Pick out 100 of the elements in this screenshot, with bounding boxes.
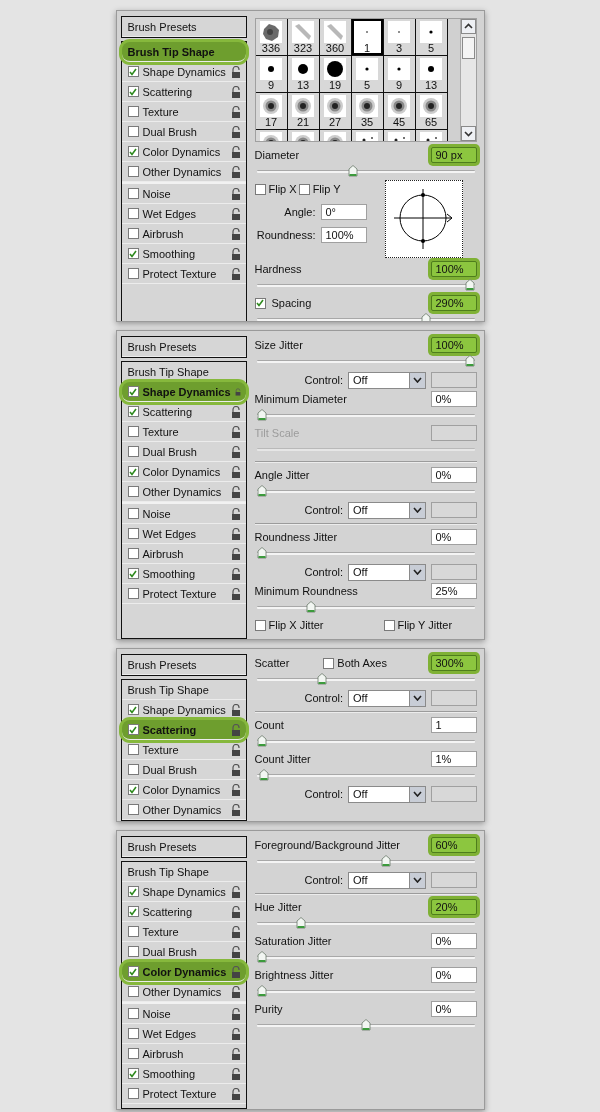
dropdown[interactable]: Off bbox=[348, 871, 426, 889]
value-field[interactable]: 100% bbox=[320, 227, 367, 243]
value-field[interactable]: 0% bbox=[430, 391, 477, 407]
dropdown[interactable]: Off bbox=[348, 501, 426, 519]
sidebar-item[interactable]: Brush Presets bbox=[121, 337, 246, 357]
sidebar-item[interactable]: Dual Brush bbox=[121, 442, 246, 462]
sidebar-item[interactable]: Scattering bbox=[121, 902, 246, 922]
value-field[interactable]: 90 px bbox=[430, 147, 477, 163]
value-field[interactable]: 0% bbox=[430, 529, 477, 545]
sidebar-item[interactable]: Wet Edges bbox=[121, 204, 246, 224]
sidebar-item[interactable]: Other Dynamics bbox=[121, 800, 246, 820]
sidebar-item[interactable]: Noise bbox=[121, 1004, 246, 1024]
sidebar-item[interactable]: Brush Presets bbox=[121, 837, 246, 857]
dropdown[interactable]: Off bbox=[348, 371, 426, 389]
sidebar-item[interactable]: Scattering bbox=[121, 720, 246, 740]
value-field[interactable]: 20% bbox=[430, 899, 477, 915]
sidebar-item[interactable]: Texture bbox=[121, 422, 246, 442]
sidebar-item[interactable]: Protect Texture bbox=[121, 584, 246, 604]
sidebar-item[interactable]: Noise bbox=[121, 184, 246, 204]
value-field[interactable]: 290% bbox=[430, 295, 477, 311]
value-field[interactable]: 1 bbox=[430, 717, 477, 733]
sidebar-item[interactable]: Scattering bbox=[121, 82, 246, 102]
brush-tip[interactable]: 65 bbox=[415, 93, 447, 129]
slider-label: Roundness Jitter bbox=[254, 531, 338, 543]
sidebar-item[interactable]: Color Dynamics bbox=[121, 462, 246, 482]
brush-tip[interactable]: 19 bbox=[319, 56, 351, 92]
brush-size: 1 bbox=[363, 43, 371, 54]
control-label: Control: bbox=[304, 692, 344, 704]
brush-size: 45 bbox=[392, 117, 406, 128]
sidebar-item[interactable]: Brush Tip Shape bbox=[121, 862, 246, 882]
value-field[interactable]: 300% bbox=[430, 655, 477, 671]
sidebar-item[interactable]: Color Dynamics bbox=[121, 962, 246, 982]
sidebar-item[interactable]: Airbrush bbox=[121, 1044, 246, 1064]
value-field[interactable]: 60% bbox=[430, 837, 477, 853]
sidebar-item[interactable]: Other Dynamics bbox=[121, 482, 246, 502]
sidebar-item[interactable]: Airbrush bbox=[121, 544, 246, 564]
value-field[interactable]: 0% bbox=[430, 1001, 477, 1017]
sidebar-item[interactable]: Brush Presets bbox=[121, 17, 246, 37]
dropdown[interactable]: Off bbox=[348, 563, 426, 581]
sidebar-item[interactable]: Wet Edges bbox=[121, 1024, 246, 1044]
value-field[interactable]: 25% bbox=[430, 583, 477, 599]
value-field[interactable]: 1% bbox=[430, 751, 477, 767]
dropdown[interactable]: Off bbox=[348, 689, 426, 707]
checkbox-option[interactable]: Both Axes bbox=[323, 657, 387, 669]
dropdown[interactable]: Off bbox=[348, 785, 426, 803]
brush-tip[interactable]: 13 bbox=[287, 56, 319, 92]
brush-tip[interactable]: 35 bbox=[351, 93, 383, 129]
brush-tip[interactable]: 45 bbox=[383, 93, 415, 129]
value-field[interactable]: 100% bbox=[430, 261, 477, 277]
slider-label: Brightness Jitter bbox=[254, 969, 334, 981]
sidebar-item[interactable]: Wet Edges bbox=[121, 524, 246, 544]
sidebar-item[interactable]: Smoothing bbox=[121, 564, 246, 584]
slider-label: Size Jitter bbox=[254, 339, 303, 351]
sidebar-item[interactable]: Dual Brush bbox=[121, 760, 246, 780]
sidebar-item[interactable]: Shape Dynamics bbox=[121, 62, 246, 82]
brush-tip[interactable]: 13 bbox=[415, 56, 447, 92]
brush-tip[interactable]: 17 bbox=[255, 93, 287, 129]
brush-tip[interactable]: 5 bbox=[415, 19, 447, 55]
brush-tip[interactable]: 360 bbox=[319, 19, 351, 55]
sidebar-item[interactable]: Texture bbox=[121, 740, 246, 760]
sidebar-item[interactable]: Dual Brush bbox=[121, 122, 246, 142]
sidebar-item[interactable]: Protect Texture bbox=[121, 264, 246, 284]
brush-tip[interactable]: 21 bbox=[287, 93, 319, 129]
brush-tip[interactable]: 27 bbox=[319, 93, 351, 129]
value-field[interactable]: 0° bbox=[320, 204, 367, 220]
slider-label: Count Jitter bbox=[254, 753, 311, 765]
value-field[interactable]: 0% bbox=[430, 467, 477, 483]
brush-tip[interactable]: 5 bbox=[351, 56, 383, 92]
brush-tip[interactable]: 1 bbox=[351, 19, 383, 55]
sidebar-item[interactable]: Smoothing bbox=[121, 244, 246, 264]
sidebar-item[interactable]: Shape Dynamics bbox=[121, 382, 246, 402]
sidebar-item[interactable]: Smoothing bbox=[121, 1064, 246, 1084]
sidebar-item[interactable]: Brush Tip Shape bbox=[121, 680, 246, 700]
checkbox-option[interactable]: Flip X Jitter bbox=[254, 619, 324, 631]
sidebar-item[interactable]: Color Dynamics bbox=[121, 142, 246, 162]
brush-size: 17 bbox=[264, 117, 278, 128]
checkbox-option[interactable]: Flip Y Jitter bbox=[383, 619, 453, 631]
sidebar-item[interactable]: Scattering bbox=[121, 402, 246, 422]
sidebar-item[interactable]: Brush Tip Shape bbox=[121, 42, 246, 62]
value-field[interactable]: 0% bbox=[430, 967, 477, 983]
checkbox-option[interactable]: Flip X bbox=[254, 183, 297, 195]
value-field[interactable]: 0% bbox=[430, 933, 477, 949]
sidebar-item[interactable]: Shape Dynamics bbox=[121, 882, 246, 902]
sidebar-item[interactable]: Noise bbox=[121, 504, 246, 524]
brush-tip[interactable]: 323 bbox=[287, 19, 319, 55]
sidebar-item[interactable]: Color Dynamics bbox=[121, 780, 246, 800]
brush-tip[interactable]: 3 bbox=[383, 19, 415, 55]
sidebar-item[interactable]: Other Dynamics bbox=[121, 162, 246, 182]
sidebar-item[interactable]: Protect Texture bbox=[121, 1084, 246, 1104]
brush-tip[interactable]: 9 bbox=[255, 56, 287, 92]
sidebar-item[interactable]: Texture bbox=[121, 922, 246, 942]
sidebar-item[interactable]: Airbrush bbox=[121, 224, 246, 244]
checkbox-option[interactable]: Flip Y bbox=[298, 183, 341, 195]
brush-tip[interactable]: 9 bbox=[383, 56, 415, 92]
brush-size: 35 bbox=[360, 117, 374, 128]
sidebar-item[interactable]: Texture bbox=[121, 102, 246, 122]
brush-tip[interactable]: 336 bbox=[255, 19, 287, 55]
sidebar-item[interactable]: Brush Presets bbox=[121, 655, 246, 675]
value-field[interactable]: 100% bbox=[430, 337, 477, 353]
sidebar-item[interactable]: Other Dynamics bbox=[121, 982, 246, 1002]
